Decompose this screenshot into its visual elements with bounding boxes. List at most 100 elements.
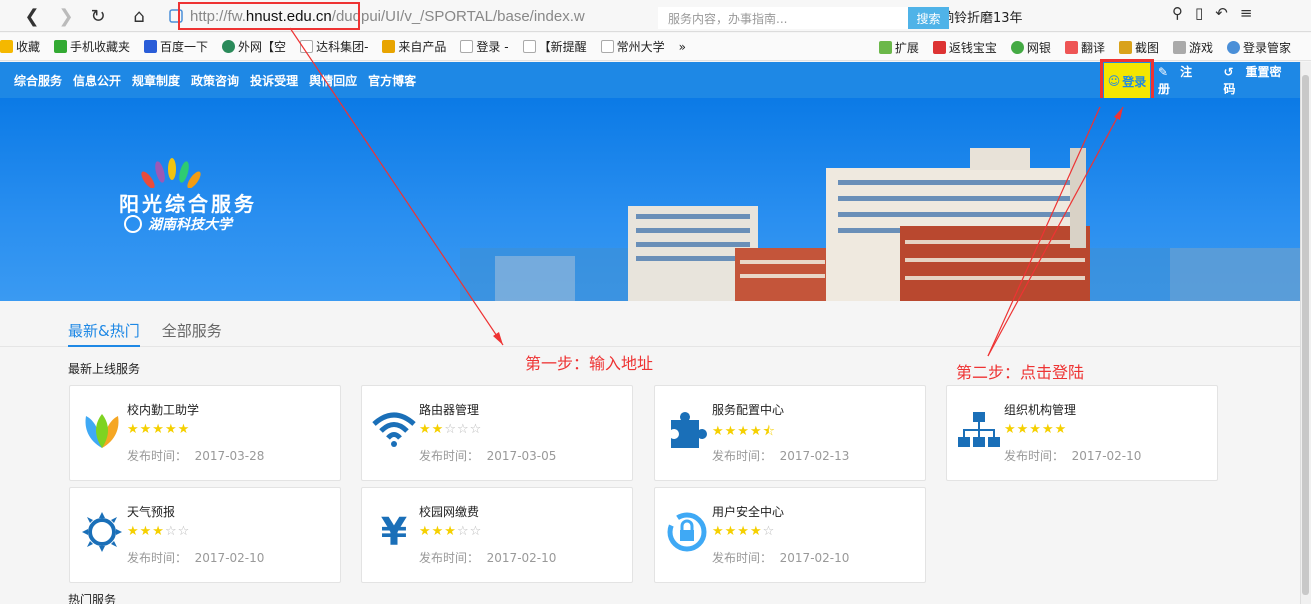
- baidu-icon: [144, 40, 158, 53]
- nav-item-opinion[interactable]: 舆情回应: [309, 72, 357, 89]
- org-chart-icon: [955, 406, 1003, 454]
- card-title: 校园网缴费: [419, 505, 480, 519]
- bookmark-item[interactable]: 收藏: [0, 38, 40, 55]
- card-date: 发布时间： 2017-03-05: [419, 449, 557, 463]
- service-card[interactable]: 服务配置中心 ★★★★⯪ 发布时间： 2017-02-13: [654, 385, 926, 481]
- bookmark-item[interactable]: 外网【空: [222, 38, 286, 55]
- bookmark-item[interactable]: 手机收藏夹: [54, 38, 130, 55]
- card-title: 用户安全中心: [712, 505, 785, 519]
- card-date: 发布时间： 2017-02-10: [419, 551, 557, 565]
- key-icon: [1226, 40, 1240, 54]
- rating-stars: ★★★★★: [1004, 422, 1068, 437]
- reset-password-button[interactable]: ↺ 重置密码: [1223, 63, 1299, 97]
- cashback-button[interactable]: 返钱宝宝: [932, 39, 997, 56]
- bookmark-item[interactable]: 来自产品: [382, 38, 446, 55]
- product-icon: [382, 40, 396, 53]
- card-title: 路由器管理: [419, 403, 480, 417]
- card-title: 天气预报: [127, 505, 176, 519]
- service-card[interactable]: 组织机构管理 ★★★★★ 发布时间： 2017-02-10: [946, 385, 1218, 481]
- rating-stars: ★★☆☆☆: [419, 422, 483, 437]
- sunshine-logo-icon: [141, 158, 201, 188]
- home-icon[interactable]: ⌂: [127, 4, 151, 28]
- security-icon: [663, 508, 711, 556]
- grid-icon: [878, 40, 892, 54]
- screenshot-button[interactable]: 截图: [1118, 39, 1159, 56]
- sun-icon: [78, 508, 126, 556]
- tab-all-services[interactable]: 全部服务: [162, 320, 222, 347]
- service-card[interactable]: 天气预报 ★★★☆☆ 发布时间： 2017-02-10: [69, 487, 341, 583]
- nav-item-complaints[interactable]: 投诉受理: [250, 72, 298, 89]
- rating-stars: ★★★★☆: [712, 524, 776, 539]
- rating-stars: ★★★★★: [127, 422, 191, 437]
- bookmark-item[interactable]: 达科集团-: [300, 38, 368, 55]
- service-card[interactable]: 用户安全中心 ★★★★☆ 发布时间： 2017-02-10: [654, 487, 926, 583]
- back-icon[interactable]: ❮: [20, 4, 44, 28]
- extensions-button[interactable]: 扩展: [878, 39, 919, 56]
- bookmarks-bar: 收藏 手机收藏夹 百度一下 外网【空 达科集团- 来自产品 登录 - 【新提醒 …: [0, 33, 1311, 61]
- service-card[interactable]: 校内勤工助学 ★★★★★ 发布时间： 2017-03-28: [69, 385, 341, 481]
- page-icon: [460, 40, 474, 53]
- brand-title: 阳光综合服务: [119, 192, 257, 216]
- url-highlight-box: [178, 2, 360, 30]
- university-name: 湖南科技大学: [124, 214, 232, 234]
- yen-icon: ¥: [380, 510, 408, 554]
- service-card[interactable]: ¥ 校园网缴费 ★★★☆☆ 发布时间： 2017-02-10: [361, 487, 633, 583]
- translate-icon: [1064, 40, 1078, 54]
- service-tabs: 最新&热门 全部服务: [68, 320, 244, 347]
- bookmark-item[interactable]: 常州大学: [600, 38, 665, 55]
- bookmarks-overflow[interactable]: »: [679, 40, 686, 54]
- latest-services-heading: 最新上线服务: [68, 362, 141, 376]
- translate-button[interactable]: 翻译: [1064, 39, 1105, 56]
- tab-latest-hot[interactable]: 最新&热门: [68, 320, 140, 347]
- card-title: 组织机构管理: [1004, 403, 1077, 417]
- nav-item-blog[interactable]: 官方博客: [368, 72, 416, 89]
- service-search-input[interactable]: 服务内容，办事指南...: [658, 7, 908, 29]
- phone-icon: [54, 40, 68, 53]
- nav-item-info[interactable]: 信息公开: [73, 72, 121, 89]
- rating-stars: ★★★★⯪: [712, 424, 776, 439]
- card-date: 发布时间： 2017-03-28: [127, 449, 265, 463]
- card-date: 发布时间： 2017-02-10: [712, 551, 850, 565]
- reset-icon: ↺: [1223, 65, 1234, 79]
- bookmark-item[interactable]: 【新提醒: [522, 38, 587, 55]
- off-badge-icon: [932, 40, 946, 54]
- leaf-icon: [78, 406, 126, 454]
- menu-icon[interactable]: ≡: [1240, 4, 1253, 22]
- scissors-icon: [1118, 40, 1132, 54]
- service-card[interactable]: 路由器管理 ★★☆☆☆ 发布时间： 2017-03-05: [361, 385, 633, 481]
- nav-item-comprehensive[interactable]: 综合服务: [14, 72, 62, 89]
- card-date: 发布时间： 2017-02-10: [127, 551, 265, 565]
- hot-services-heading: 热门服务: [68, 593, 117, 604]
- page-icon: [300, 40, 314, 53]
- university-emblem-icon: [124, 215, 142, 233]
- step1-arrowhead: [493, 332, 503, 345]
- bank-button[interactable]: 网银: [1010, 39, 1051, 56]
- bookmark-item[interactable]: 登录 -: [460, 38, 509, 55]
- star-icon: [0, 40, 13, 53]
- bookmark-item[interactable]: 百度一下: [144, 38, 208, 55]
- scrollbar-thumb[interactable]: [1302, 75, 1309, 595]
- register-button[interactable]: ✎ 注册: [1158, 63, 1211, 97]
- gamepad-icon: [1172, 40, 1186, 54]
- games-button[interactable]: 游戏: [1172, 39, 1213, 56]
- mobile-icon[interactable]: ▯: [1195, 4, 1203, 22]
- bank-icon: [1010, 40, 1024, 54]
- search-icon[interactable]: ⚲: [1172, 4, 1183, 22]
- globe-icon: [222, 40, 236, 53]
- step1-annotation: 第一步：输入地址: [525, 354, 654, 373]
- step2-annotation: 第二步：点击登陆: [956, 363, 1085, 382]
- forward-icon[interactable]: ❯: [54, 4, 78, 28]
- url-path: /dudpui/UI/v_/SPORTAL/base/index.w: [331, 7, 585, 25]
- nav-item-policy[interactable]: 政策咨询: [191, 72, 239, 89]
- search-button[interactable]: 搜索: [908, 7, 949, 29]
- rating-stars: ★★★☆☆: [419, 524, 483, 539]
- refresh-icon[interactable]: ↻: [86, 4, 110, 28]
- login-manager-button[interactable]: 登录管家: [1226, 39, 1291, 56]
- page-icon: [522, 40, 536, 53]
- card-title: 服务配置中心: [712, 403, 785, 417]
- rating-stars: ★★★☆☆: [127, 524, 191, 539]
- card-date: 发布时间： 2017-02-10: [1004, 449, 1142, 463]
- undo-icon[interactable]: ↶: [1215, 4, 1228, 22]
- nav-item-rules[interactable]: 规章制度: [132, 72, 180, 89]
- card-title: 校内勤工助学: [127, 403, 200, 417]
